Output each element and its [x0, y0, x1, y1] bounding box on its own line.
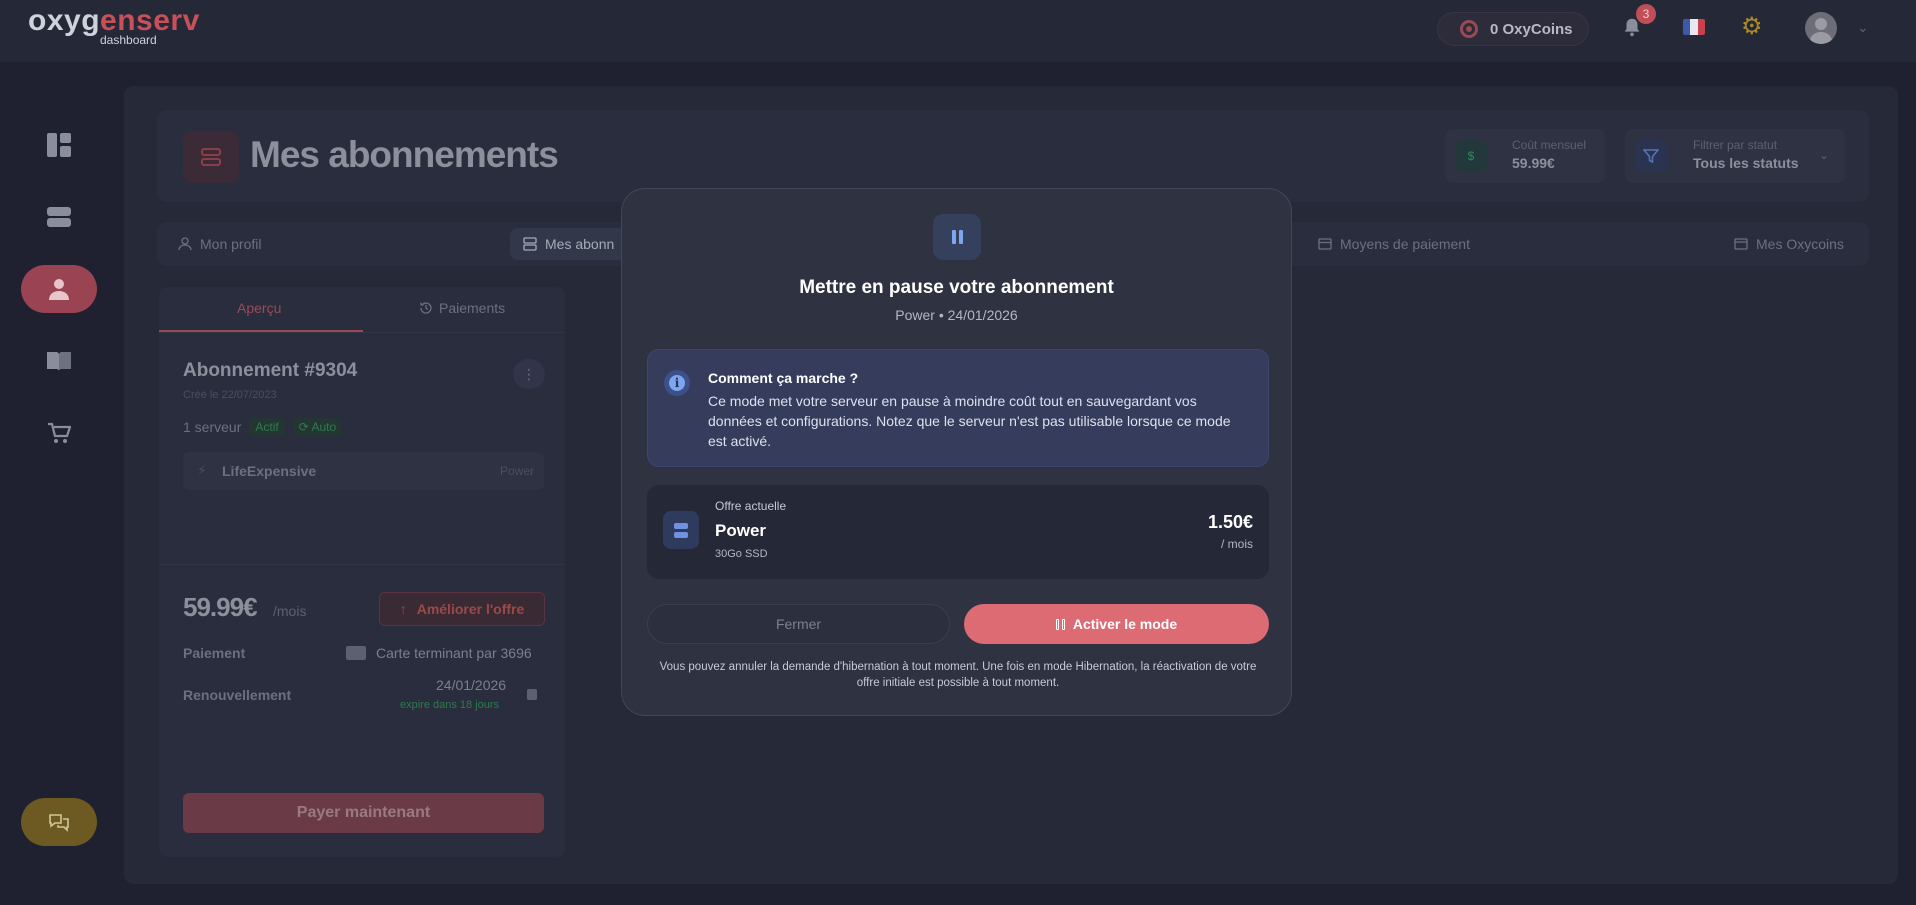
monthly-cost-value: 59.99€ [1512, 155, 1555, 171]
info-icon: i [664, 370, 690, 396]
subtab-label: Paiements [439, 300, 506, 316]
monthly-cost-card: $ Coût mensuel 59.99€ [1445, 129, 1605, 183]
offer-name: Power [715, 521, 767, 540]
cart-icon[interactable] [44, 418, 74, 448]
sidebar-item-profile[interactable] [21, 265, 97, 313]
book-icon[interactable] [44, 346, 74, 376]
chevron-down-icon[interactable]: ⌄ [1857, 19, 1869, 36]
servers-icon [523, 237, 537, 251]
divider [159, 332, 565, 333]
tab-label: Mon profil [200, 236, 262, 252]
auto-renew-label: Auto [311, 420, 337, 434]
monthly-cost-label: Coût mensuel [1512, 138, 1587, 152]
bolt-icon: ⚡ [197, 462, 207, 478]
user-icon [49, 279, 69, 300]
subtab-payments[interactable]: Paiements [419, 300, 505, 316]
tab-label: Mes abonn [545, 236, 615, 252]
subscription-title: Abonnement #9304 [183, 360, 358, 381]
current-offer-card: Offre actuelle Power 30Go SSD 1.50€ / mo… [647, 485, 1269, 579]
activate-label: Activer le mode [1072, 616, 1178, 632]
server-plan: Power [499, 464, 534, 478]
payment-value: Carte terminant par 3696 [376, 645, 532, 661]
dollar-icon: $ [1455, 140, 1487, 172]
gear-icon[interactable]: ⚙ [1741, 15, 1763, 39]
pause-icon [1055, 618, 1065, 630]
close-button[interactable]: Fermer [647, 604, 950, 644]
info-title: Comment ça marche ? [708, 370, 859, 386]
server-name: LifeExpensive [222, 463, 317, 479]
tab-payment-methods[interactable]: Moyens de paiement [1318, 236, 1470, 252]
french-flag-icon[interactable] [1683, 19, 1705, 35]
dashboard-icon[interactable] [44, 130, 74, 160]
calendar-icon [527, 689, 537, 700]
tab-subscriptions[interactable]: Mes abonn [523, 236, 614, 252]
offer-price: 1.50€ [1207, 512, 1253, 532]
server-row[interactable]: ⚡ LifeExpensive Power [183, 452, 544, 490]
page-title: Mes abonnements [250, 134, 559, 175]
servers-line: 1 serveur Actif ⟳ Auto [183, 418, 343, 436]
oxycoins-button[interactable]: 0 OxyCoins [1437, 12, 1589, 46]
payment-label: Paiement [183, 645, 246, 661]
modal-subtitle: Power • 24/01/2026 [895, 307, 1018, 323]
user-icon [178, 237, 192, 251]
avatar[interactable] [1805, 12, 1837, 44]
modal-title: Mettre en pause votre abonnement [799, 277, 1114, 298]
logo-text-1: oxyg [28, 4, 101, 37]
subtab-overview[interactable]: Aperçu [237, 300, 281, 316]
auto-renew-badge: ⟳ Auto [292, 418, 343, 436]
filter-icon [1635, 140, 1667, 172]
subscription-price: 59.99€ [183, 592, 258, 622]
offer-period: / mois [1220, 537, 1253, 551]
more-options-icon[interactable]: ⋮ [513, 359, 545, 389]
chat-button[interactable] [21, 798, 97, 846]
info-text: Ce mode met votre serveur en pause à moi… [708, 393, 1231, 449]
pay-now-button[interactable]: Payer maintenant [183, 793, 544, 833]
credit-card-icon [346, 646, 366, 660]
tab-oxycoins[interactable]: Mes Oxycoins [1734, 236, 1844, 252]
tab-label: Mes Oxycoins [1756, 236, 1844, 252]
coin-icon [1460, 20, 1478, 38]
history-icon [420, 302, 432, 314]
renewal-label: Renouvellement [183, 687, 292, 703]
top-bar: oxygenserv dashboard 0 OxyCoins 3 ⚙ ⌄ [0, 0, 1916, 62]
activate-button[interactable]: Activer le mode [964, 604, 1269, 644]
chevron-down-icon: ⌄ [1818, 148, 1829, 162]
notification-badge: 3 [1636, 4, 1656, 24]
arrow-up-icon: ↑ [399, 601, 407, 617]
status-badge: Actif [249, 418, 285, 436]
filter-value: Tous les statuts [1693, 155, 1799, 171]
divider [159, 564, 565, 565]
pause-modal: Mettre en pause votre abonnement Power •… [621, 188, 1292, 716]
offer-spec: 30Go SSD [715, 548, 768, 560]
server-count: 1 serveur [183, 419, 242, 435]
filter-label: Filtrer par statut [1693, 138, 1778, 152]
subscriptions-icon [183, 131, 239, 183]
status-filter[interactable]: Filtrer par statut Tous les statuts ⌄ [1625, 129, 1845, 183]
chat-icon [49, 814, 69, 832]
modal-note: Vous pouvez annuler la demande d'hiberna… [659, 661, 1257, 689]
servers-icon[interactable] [44, 202, 74, 232]
tab-profile[interactable]: Mon profil [178, 236, 261, 252]
subscription-created: Créé le 22/07/2023 [183, 389, 277, 401]
pause-icon [933, 214, 981, 260]
oxycoins-label: 0 OxyCoins [1490, 20, 1573, 38]
active-tab-underline [159, 330, 363, 332]
renewal-date: 24/01/2026 [436, 677, 507, 693]
logo-subtitle: dashboard [100, 33, 157, 47]
renewal-expire: expire dans 18 jours [400, 699, 500, 711]
info-box: i Comment ça marche ? Ce mode met votre … [647, 349, 1269, 467]
upgrade-label: Améliorer l'offre [416, 601, 525, 617]
tab-label: Moyens de paiement [1340, 236, 1470, 252]
upgrade-button[interactable]: ↑ Améliorer l'offre [379, 592, 545, 626]
server-icon [663, 511, 699, 549]
offer-label: Offre actuelle [715, 499, 787, 513]
credit-card-icon [1318, 238, 1332, 250]
wallet-icon [1734, 238, 1748, 250]
price-unit: /mois [273, 603, 307, 619]
